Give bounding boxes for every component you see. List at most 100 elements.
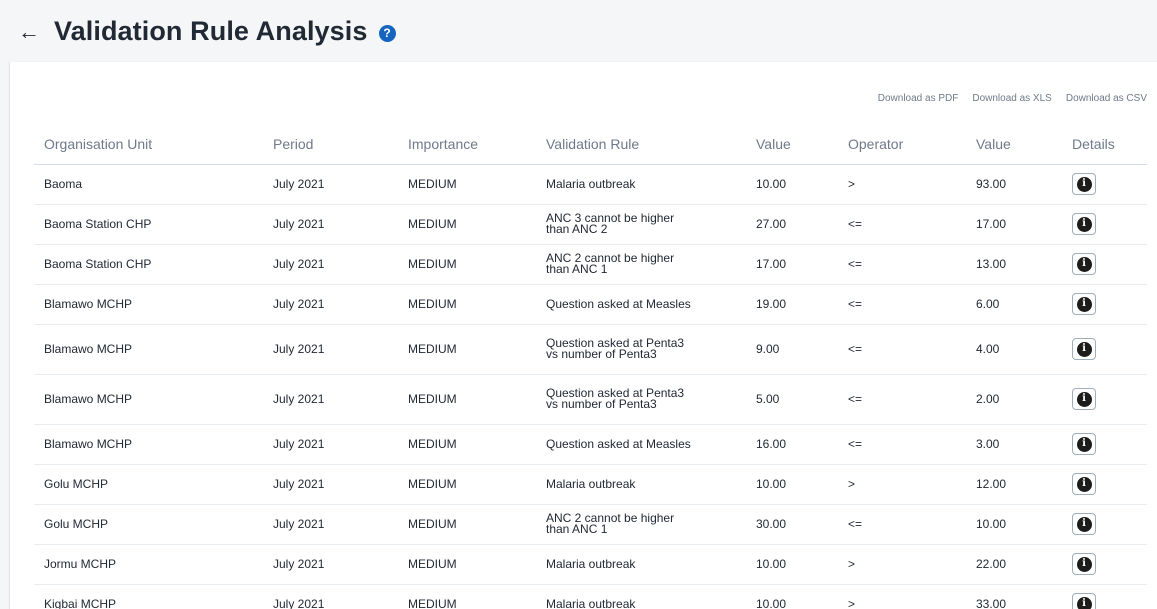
left-value-cell: 30.00 [746, 504, 838, 545]
right-value-cell: 93.00 [966, 164, 1062, 205]
details-button[interactable]: i [1072, 173, 1096, 195]
info-icon: i [1076, 436, 1092, 452]
right-value-cell: 4.00 [966, 324, 1062, 375]
validation-rule-text: Malaria outbreak [546, 476, 636, 491]
org-unit-cell: Baoma Station CHP [34, 204, 263, 245]
details-cell: i [1062, 204, 1147, 245]
details-button[interactable]: i [1072, 473, 1096, 495]
org-unit-cell: Jormu MCHP [34, 544, 263, 585]
info-icon: i [1076, 556, 1092, 572]
validation-rule-cell: ANC 2 cannot be higher than ANC 1 [536, 504, 746, 545]
info-icon: i [1076, 296, 1092, 312]
period-cell: July 2021 [263, 244, 398, 285]
left-value-cell: 10.00 [746, 164, 838, 205]
operator-cell: <= [838, 504, 966, 545]
period-cell: July 2021 [263, 164, 398, 205]
details-button[interactable]: i [1072, 293, 1096, 315]
details-button[interactable]: i [1072, 593, 1096, 609]
table-row: Jormu MCHP July 2021 MEDIUM Malaria outb… [34, 544, 1147, 585]
operator-cell: > [838, 544, 966, 585]
importance-cell: MEDIUM [398, 464, 536, 505]
operator-cell: <= [838, 374, 966, 425]
column-header-importance[interactable]: Importance [398, 124, 536, 165]
left-value-cell: 5.00 [746, 374, 838, 425]
table-row: Golu MCHP July 2021 MEDIUM ANC 2 cannot … [34, 504, 1147, 545]
org-unit-cell: Kigbai MCHP [34, 584, 263, 609]
help-icon[interactable]: ? [378, 24, 396, 42]
validation-rule-cell: Question asked at Measles [536, 424, 746, 465]
validation-rule-cell: Question asked at Penta3 vs number of Pe… [536, 324, 746, 375]
results-card: Download as PDF Download as XLS Download… [9, 62, 1157, 609]
table-header-row: Organisation Unit Period Importance Vali… [34, 124, 1147, 165]
right-value-cell: 6.00 [966, 284, 1062, 325]
period-cell: July 2021 [263, 464, 398, 505]
validation-rule-text: ANC 2 cannot be higher than ANC 1 [546, 511, 675, 536]
validation-rule-cell: ANC 2 cannot be higher than ANC 1 [536, 244, 746, 285]
operator-cell: <= [838, 424, 966, 465]
left-value-cell: 16.00 [746, 424, 838, 465]
info-icon: i [1076, 476, 1092, 492]
download-xls-link[interactable]: Download as XLS [972, 93, 1052, 104]
period-cell: July 2021 [263, 374, 398, 425]
details-button[interactable]: i [1072, 513, 1096, 535]
info-icon: i [1076, 391, 1092, 407]
column-header-validation-rule[interactable]: Validation Rule [536, 124, 746, 165]
importance-cell: MEDIUM [398, 504, 536, 545]
details-cell: i [1062, 164, 1147, 205]
table-row: Baoma July 2021 MEDIUM Malaria outbreak … [34, 164, 1147, 205]
details-button[interactable]: i [1072, 338, 1096, 360]
right-value-cell: 10.00 [966, 504, 1062, 545]
operator-cell: <= [838, 204, 966, 245]
operator-cell: <= [838, 244, 966, 285]
importance-cell: MEDIUM [398, 284, 536, 325]
importance-cell: MEDIUM [398, 244, 536, 285]
right-value-cell: 2.00 [966, 374, 1062, 425]
details-button[interactable]: i [1072, 433, 1096, 455]
validation-rule-cell: Malaria outbreak [536, 584, 746, 609]
details-button[interactable]: i [1072, 553, 1096, 575]
column-header-operator[interactable]: Operator [838, 124, 966, 165]
validation-rule-cell: Malaria outbreak [536, 164, 746, 205]
left-value-cell: 10.00 [746, 544, 838, 585]
right-value-cell: 17.00 [966, 204, 1062, 245]
column-header-right-value[interactable]: Value [966, 124, 1062, 165]
details-cell: i [1062, 464, 1147, 505]
details-button[interactable]: i [1072, 213, 1096, 235]
table-row: Blamawo MCHP July 2021 MEDIUM Question a… [34, 374, 1147, 425]
left-value-cell: 10.00 [746, 584, 838, 609]
details-button[interactable]: i [1072, 388, 1096, 410]
operator-cell: > [838, 164, 966, 205]
table-row: Blamawo MCHP July 2021 MEDIUM Question a… [34, 324, 1147, 375]
column-header-period[interactable]: Period [263, 124, 398, 165]
download-pdf-link[interactable]: Download as PDF [878, 93, 959, 104]
validation-rule-cell: Malaria outbreak [536, 544, 746, 585]
column-header-details: Details [1062, 124, 1147, 165]
right-value-cell: 12.00 [966, 464, 1062, 505]
left-value-cell: 19.00 [746, 284, 838, 325]
page-title: Validation Rule Analysis [54, 15, 368, 46]
importance-cell: MEDIUM [398, 584, 536, 609]
validation-rule-text: Question asked at Penta3 vs number of Pe… [546, 386, 685, 411]
importance-cell: MEDIUM [398, 374, 536, 425]
left-value-cell: 10.00 [746, 464, 838, 505]
validation-rule-text: ANC 3 cannot be higher than ANC 2 [546, 211, 675, 236]
importance-cell: MEDIUM [398, 544, 536, 585]
details-cell: i [1062, 504, 1147, 545]
org-unit-cell: Golu MCHP [34, 504, 263, 545]
details-cell: i [1062, 284, 1147, 325]
download-csv-link[interactable]: Download as CSV [1066, 93, 1147, 104]
right-value-cell: 33.00 [966, 584, 1062, 609]
back-arrow-icon[interactable]: ← [18, 21, 40, 43]
validation-rule-text: Question asked at Measles [546, 296, 691, 311]
details-cell: i [1062, 584, 1147, 609]
details-cell: i [1062, 424, 1147, 465]
details-button[interactable]: i [1072, 253, 1096, 275]
column-header-organisation-unit[interactable]: Organisation Unit [34, 124, 263, 165]
column-header-left-value[interactable]: Value [746, 124, 838, 165]
operator-cell: <= [838, 324, 966, 375]
table-row: Baoma Station CHP July 2021 MEDIUM ANC 2… [34, 244, 1147, 285]
importance-cell: MEDIUM [398, 424, 536, 465]
org-unit-cell: Blamawo MCHP [34, 424, 263, 465]
info-icon: i [1076, 596, 1092, 609]
right-value-cell: 22.00 [966, 544, 1062, 585]
